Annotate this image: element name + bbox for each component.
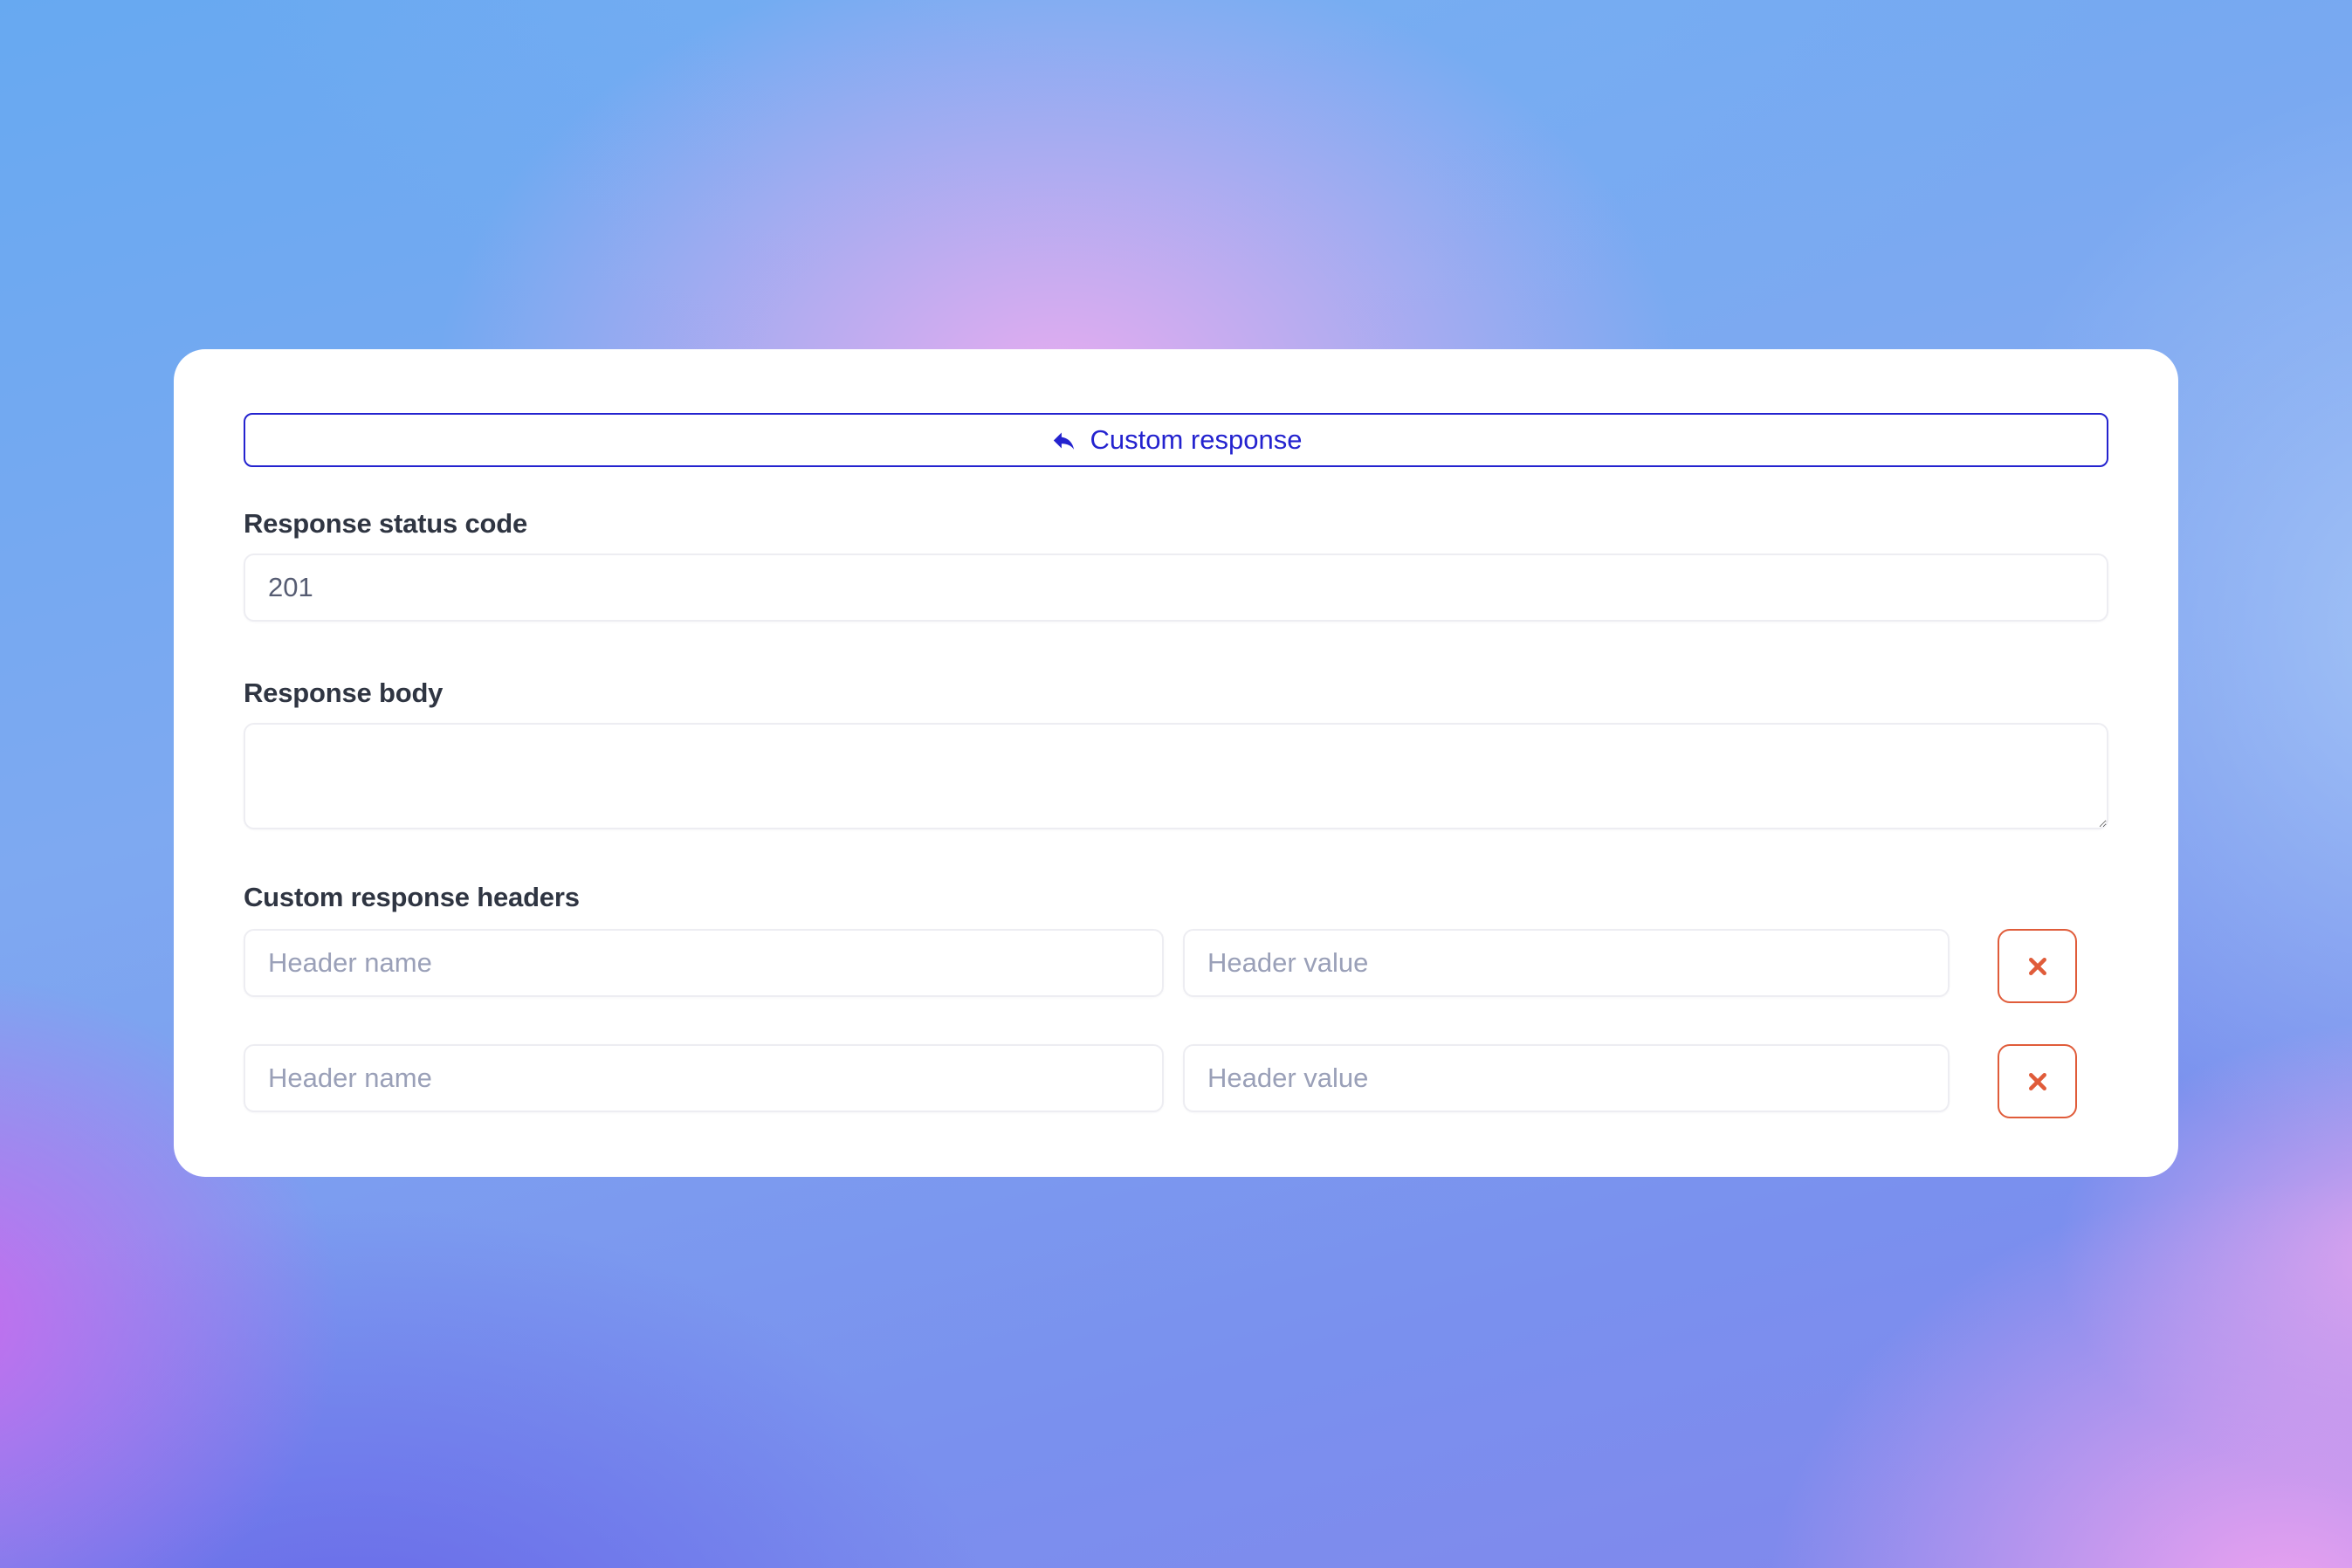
header-name-input[interactable] bbox=[244, 1044, 1164, 1112]
remove-header-button[interactable] bbox=[1998, 1044, 2077, 1118]
custom-response-button-label: Custom response bbox=[1090, 424, 1303, 456]
status-code-input[interactable] bbox=[244, 554, 2108, 622]
custom-headers-label: Custom response headers bbox=[244, 882, 2108, 913]
header-row bbox=[244, 929, 2108, 1003]
remove-header-button[interactable] bbox=[1998, 929, 2077, 1003]
custom-response-button[interactable]: Custom response bbox=[244, 413, 2108, 467]
x-icon bbox=[2024, 1068, 2052, 1096]
header-value-input[interactable] bbox=[1183, 929, 1950, 997]
reply-icon bbox=[1050, 427, 1077, 454]
header-row bbox=[244, 1044, 2108, 1118]
response-body-label: Response body bbox=[244, 677, 2108, 709]
desktop-background: Custom response Response status code Res… bbox=[0, 0, 2352, 1568]
status-code-label: Response status code bbox=[244, 508, 2108, 540]
header-value-input[interactable] bbox=[1183, 1044, 1950, 1112]
custom-response-panel: Custom response Response status code Res… bbox=[174, 349, 2178, 1177]
header-name-input[interactable] bbox=[244, 929, 1164, 997]
x-icon bbox=[2024, 952, 2052, 980]
response-body-textarea[interactable] bbox=[244, 723, 2108, 829]
